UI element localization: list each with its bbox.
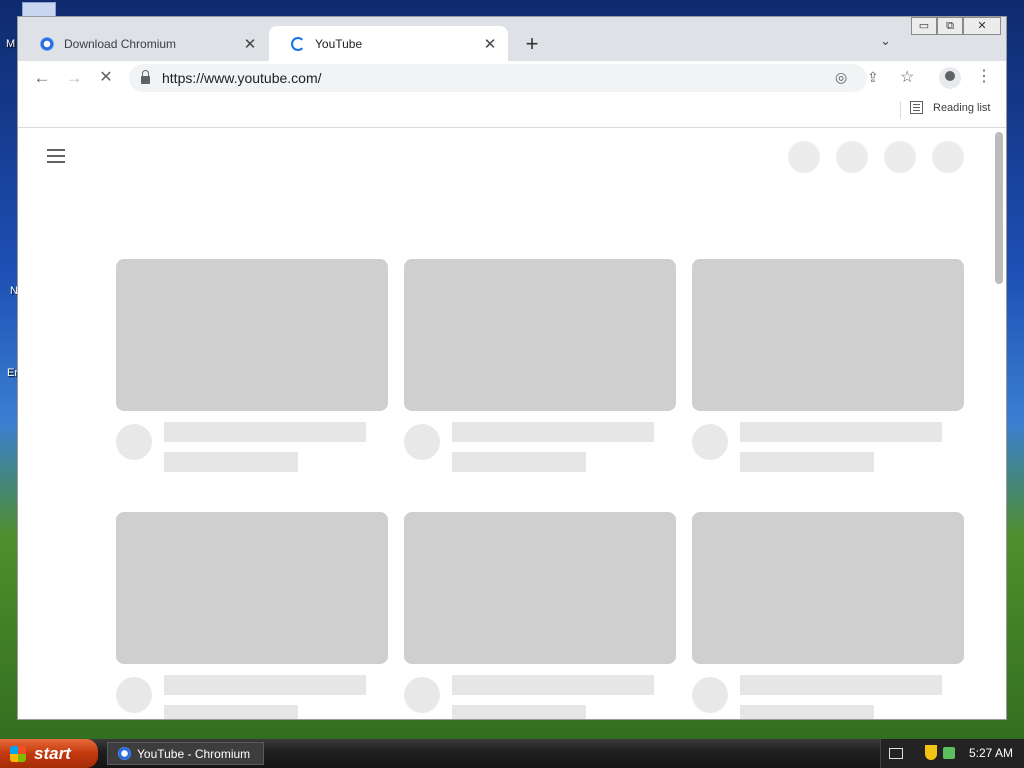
share-icon[interactable]: ⇪ (867, 69, 879, 86)
start-button[interactable]: start (0, 739, 98, 768)
placeholder-circle (932, 141, 964, 173)
url-text[interactable]: https://www.youtube.com/ (162, 70, 322, 86)
reading-list-button[interactable]: Reading list (910, 101, 990, 114)
tab-strip: Download Chromium ✕ YouTube ✕ + ⌄ ▭ ⧉ ✕ (18, 17, 1006, 61)
placeholder-circle (836, 141, 868, 173)
title-placeholder (452, 675, 654, 695)
tab-youtube[interactable]: YouTube ✕ (269, 26, 508, 61)
stop-loading-button[interactable]: ✕ (95, 67, 117, 89)
start-label: start (34, 743, 71, 763)
scrollbar-thumb[interactable] (995, 132, 1003, 284)
meta-placeholder (164, 705, 298, 719)
video-thumbnail-placeholder (404, 512, 676, 664)
tab-close-button[interactable]: ✕ (242, 35, 258, 53)
eye-off-icon[interactable]: ◎ (835, 69, 847, 86)
browser-toolbar: ← → ✕ https://www.youtube.com/ ◎ ⇪ ☆ ⋮ (18, 61, 1006, 95)
windows-logo-icon (10, 745, 26, 762)
meta-placeholder (452, 705, 586, 719)
chromium-icon (118, 747, 131, 760)
hamburger-menu-icon[interactable] (47, 149, 65, 163)
forward-button[interactable]: → (63, 67, 85, 89)
profile-avatar-button[interactable] (939, 67, 961, 89)
chromium-icon (40, 36, 54, 51)
placeholder-circle (884, 141, 916, 173)
channel-avatar-placeholder (116, 424, 152, 460)
address-bar[interactable]: https://www.youtube.com/ ◎ ⇪ ☆ (129, 64, 914, 92)
video-thumbnail-placeholder (692, 259, 964, 411)
taskbar-item-chromium[interactable]: YouTube - Chromium (107, 742, 264, 765)
tab-search-button[interactable]: ⌄ (880, 33, 891, 49)
title-placeholder (452, 422, 654, 442)
tab-close-button[interactable]: ✕ (482, 35, 498, 53)
bookmarks-bar: Reading list (18, 95, 1006, 128)
video-thumbnail-placeholder (116, 259, 388, 411)
meta-placeholder (452, 452, 586, 472)
maximize-button[interactable]: ⧉ (937, 17, 963, 35)
title-placeholder (740, 675, 942, 695)
browser-menu-button[interactable]: ⋮ (976, 66, 992, 86)
bookmark-star-icon[interactable]: ☆ (900, 67, 914, 87)
reading-list-label: Reading list (933, 101, 991, 114)
desktop-label: M (6, 38, 16, 50)
title-placeholder (740, 422, 942, 442)
video-thumbnail-placeholder (404, 259, 676, 411)
page-scrollbar[interactable] (991, 128, 1006, 719)
meta-placeholder (740, 705, 874, 719)
channel-avatar-placeholder (692, 677, 728, 713)
security-shield-icon[interactable] (925, 745, 937, 760)
title-placeholder (164, 675, 366, 695)
tab-title: Download Chromium (64, 36, 177, 51)
meta-placeholder (164, 452, 298, 472)
video-thumbnail-placeholder (692, 512, 964, 664)
reading-list-icon (910, 101, 923, 114)
title-placeholder (164, 422, 366, 442)
taskbar-item-label: YouTube - Chromium (137, 746, 251, 761)
page-content (18, 128, 990, 719)
channel-avatar-placeholder (116, 677, 152, 713)
clock[interactable]: 5:27 AM (969, 746, 1013, 760)
lock-icon[interactable] (141, 70, 150, 84)
tab-title: YouTube (315, 36, 363, 51)
channel-avatar-placeholder (404, 677, 440, 713)
system-tray: 5:27 AM (880, 739, 1024, 768)
placeholder-circle (788, 141, 820, 173)
channel-avatar-placeholder (692, 424, 728, 460)
browser-window: Download Chromium ✕ YouTube ✕ + ⌄ ▭ ⧉ ✕ … (17, 16, 1007, 720)
network-icon[interactable] (943, 747, 955, 759)
loading-spinner-icon (291, 36, 305, 51)
close-window-button[interactable]: ✕ (963, 17, 1001, 35)
new-tab-button[interactable]: + (520, 31, 544, 57)
meta-placeholder (740, 452, 874, 472)
keyboard-icon[interactable] (889, 748, 903, 759)
divider (900, 101, 901, 119)
minimize-button[interactable]: ▭ (911, 17, 937, 35)
taskbar: start YouTube - Chromium 5:27 AM (0, 739, 1024, 768)
video-thumbnail-placeholder (116, 512, 388, 664)
channel-avatar-placeholder (404, 424, 440, 460)
tab-download-chromium[interactable]: Download Chromium ✕ (18, 26, 268, 61)
back-button[interactable]: ← (31, 67, 53, 89)
